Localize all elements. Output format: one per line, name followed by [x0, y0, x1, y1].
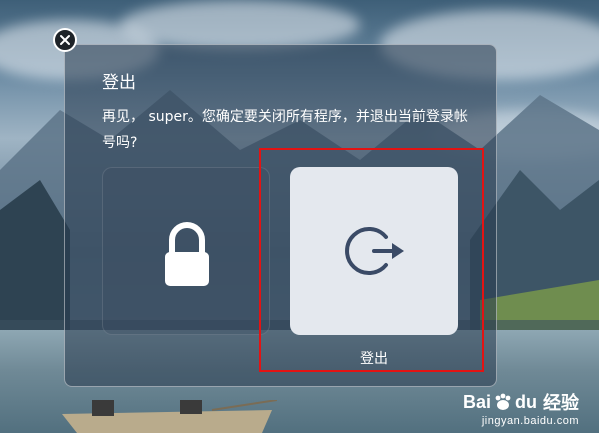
close-icon [60, 35, 70, 45]
logout-icon [345, 227, 404, 275]
watermark-brand-bai: Bai [462, 391, 491, 412]
watermark-brand-cn: 经验 [543, 393, 579, 413]
lock-icon [165, 222, 209, 286]
baidu-watermark: Bai du 经验 jingyan.baidu.com [462, 389, 579, 428]
close-button[interactable] [53, 28, 77, 52]
watermark-brand-du: du [515, 391, 537, 412]
logout-option-label: 登出 [360, 351, 388, 367]
watermark-url: jingyan.baidu.com [481, 415, 579, 427]
dialog-title: 登出 [102, 73, 136, 93]
paw-icon [495, 393, 511, 410]
logout-option-button[interactable] [290, 167, 458, 335]
lock-option-button[interactable] [102, 167, 270, 335]
dialog-message: 再见， super。您确定要关闭所有程序，并退出当前登录帐号吗? [102, 109, 468, 151]
